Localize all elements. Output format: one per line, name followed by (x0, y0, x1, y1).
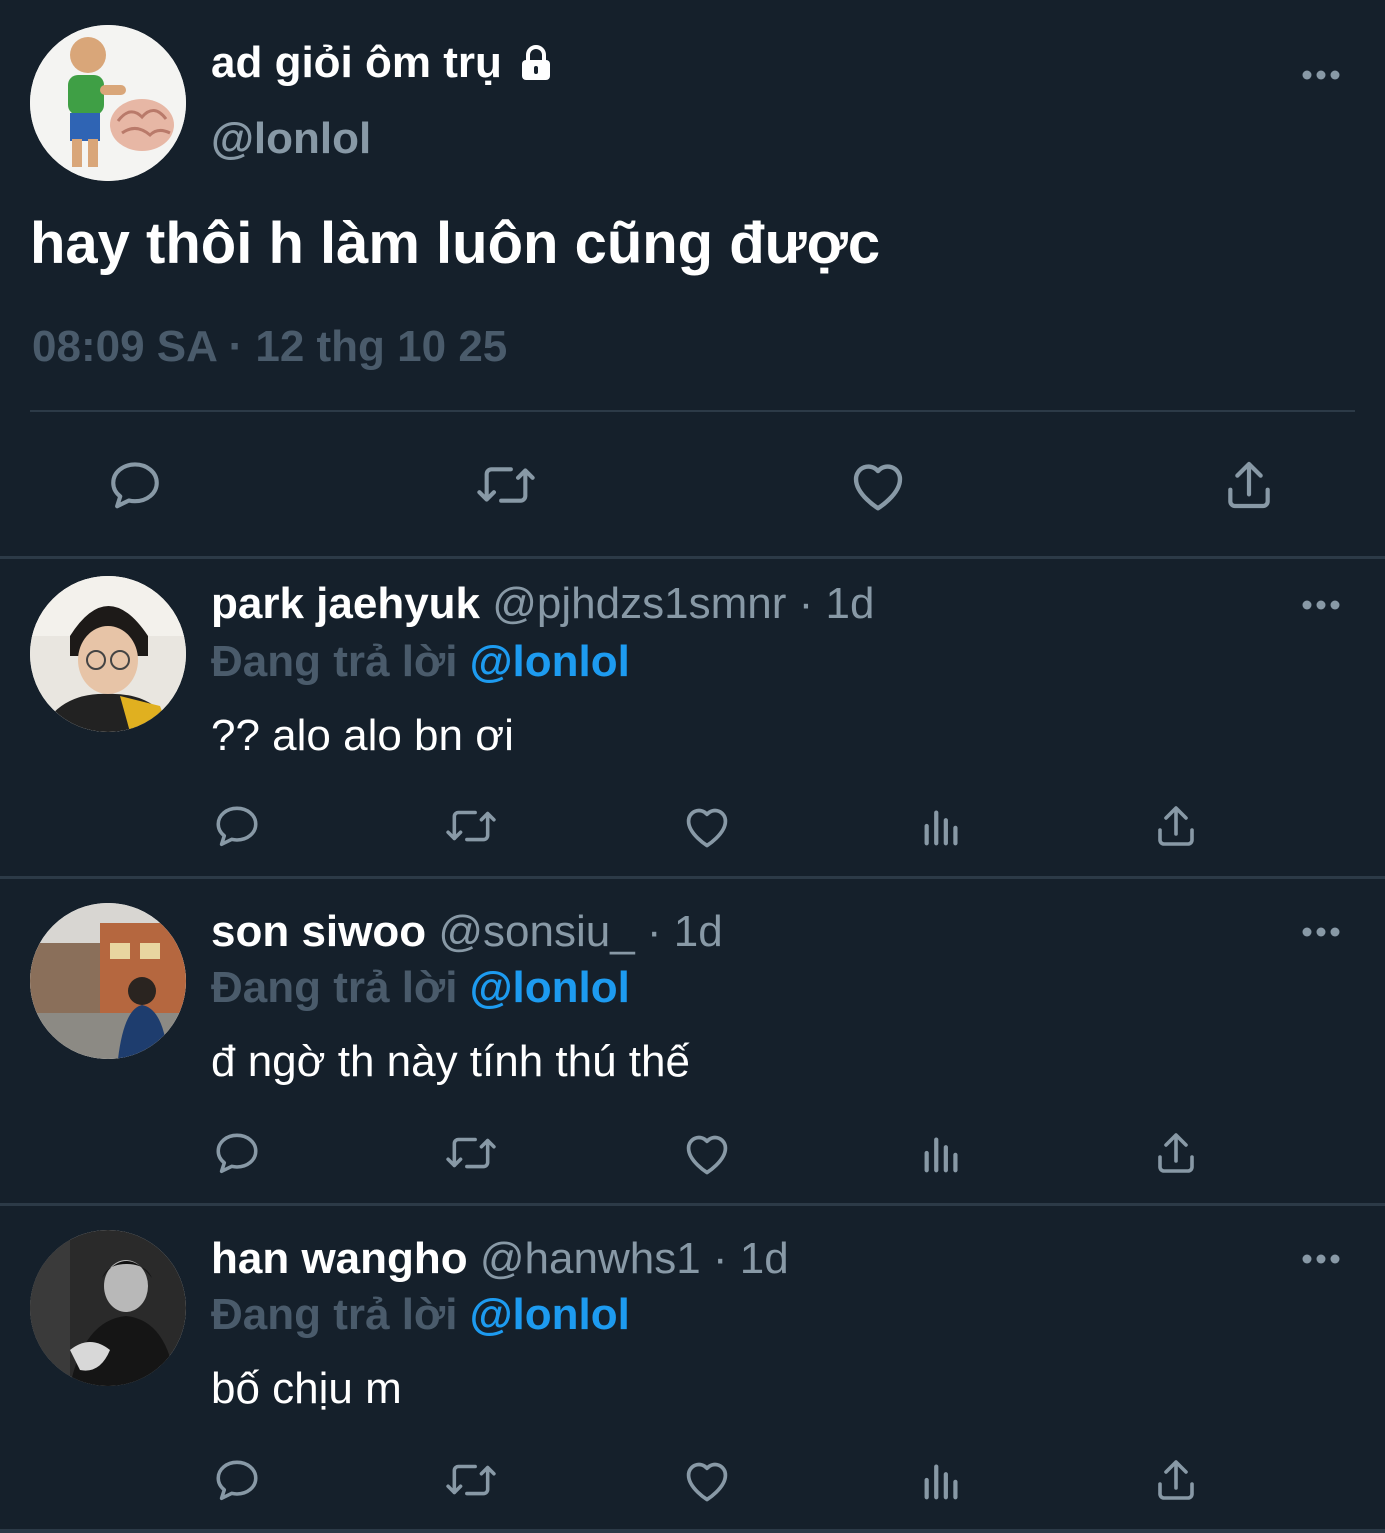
author-handle[interactable]: @hanwhs1 · 1d (480, 1234, 789, 1283)
lock-icon (516, 43, 556, 83)
like-button[interactable] (678, 1451, 736, 1509)
more-icon[interactable] (1301, 598, 1341, 612)
reply-tweet: son siwoo @sonsiu_ · 1d Đang trả lời @lo… (0, 879, 1385, 1201)
mention-link[interactable]: @lonlol (470, 1290, 630, 1339)
more-icon[interactable] (1301, 68, 1341, 82)
tweet-text: bố chịu m (211, 1364, 402, 1413)
reply-tweet: han wangho @hanwhs1 · 1d Đang trả lời @l… (0, 1206, 1385, 1528)
avatar[interactable] (30, 1230, 186, 1386)
retweet-button[interactable] (440, 1124, 502, 1182)
share-button[interactable] (1148, 1124, 1204, 1182)
more-icon[interactable] (1301, 925, 1341, 939)
tweet-text: đ ngờ th này tính thú thế (211, 1037, 690, 1086)
reply-icon (216, 806, 258, 847)
retweet-button[interactable] (470, 452, 542, 518)
tweet-text: ?? alo alo bn ơi (211, 711, 514, 760)
replying-to: Đang trả lời @lonlol (211, 1290, 630, 1340)
views-button[interactable] (914, 797, 970, 855)
main-tweet: ad giỏi ôm trụ @lonlol hay thôi h làm lu… (0, 0, 1385, 556)
reply-header: han wangho @hanwhs1 · 1d (211, 1234, 789, 1284)
avatar[interactable] (30, 25, 186, 181)
avatar[interactable] (30, 903, 186, 1059)
author-display-name[interactable]: han wangho (211, 1234, 468, 1283)
separator (0, 1529, 1385, 1533)
retweet-icon (446, 1137, 496, 1169)
retweet-icon (446, 810, 496, 842)
views-icon (924, 810, 958, 846)
like-button[interactable] (678, 1124, 736, 1182)
author-handle[interactable]: @sonsiu_ · 1d (438, 907, 722, 956)
share-button[interactable] (1148, 797, 1204, 855)
tweet-timestamp[interactable]: 08:09 SA · 12 thg 10 25 (32, 322, 507, 372)
author-handle[interactable]: @lonlol (211, 114, 371, 164)
tweet-text: hay thôi h làm luôn cũng được (30, 211, 881, 276)
author-name-row: ad giỏi ôm trụ (211, 38, 556, 88)
share-icon (1228, 461, 1270, 509)
retweet-icon (477, 467, 535, 503)
replying-to: Đang trả lời @lonlol (211, 963, 630, 1013)
more-icon[interactable] (1301, 1252, 1341, 1266)
author-display-name[interactable]: park jaehyuk (211, 579, 480, 628)
reply-header: son siwoo @sonsiu_ · 1d (211, 907, 723, 957)
replying-to: Đang trả lời @lonlol (211, 637, 630, 687)
like-button[interactable] (845, 452, 911, 518)
reply-tweet: park jaehyuk @pjhdzs1smnr · 1d Đang trả … (0, 559, 1385, 881)
share-icon (1158, 1133, 1194, 1173)
share-button[interactable] (1216, 452, 1282, 518)
share-icon (1158, 806, 1194, 846)
retweet-button[interactable] (440, 1451, 502, 1509)
author-handle[interactable]: @pjhdzs1smnr · 1d (492, 579, 874, 628)
author-display-name: ad giỏi ôm trụ (211, 38, 502, 87)
reply-icon (111, 462, 159, 509)
share-icon (1158, 1460, 1194, 1500)
author-display-name[interactable]: son siwoo (211, 907, 426, 956)
replying-label: Đang trả lời (211, 637, 470, 686)
reply-button[interactable] (208, 1124, 266, 1182)
reply-icon (216, 1133, 258, 1174)
divider (30, 410, 1355, 412)
mention-link[interactable]: @lonlol (470, 963, 630, 1012)
retweet-icon (446, 1464, 496, 1496)
retweet-button[interactable] (440, 797, 502, 855)
like-icon (686, 808, 728, 848)
reply-button[interactable] (100, 452, 170, 518)
like-icon (853, 464, 903, 511)
share-button[interactable] (1148, 1451, 1204, 1509)
like-icon (686, 1135, 728, 1175)
reply-header: park jaehyuk @pjhdzs1smnr · 1d (211, 579, 874, 629)
mention-link[interactable]: @lonlol (470, 637, 630, 686)
views-button[interactable] (914, 1124, 970, 1182)
avatar[interactable] (30, 576, 186, 732)
views-icon (924, 1464, 958, 1500)
reply-button[interactable] (208, 797, 266, 855)
views-icon (924, 1137, 958, 1173)
like-icon (686, 1462, 728, 1502)
views-button[interactable] (914, 1451, 970, 1509)
like-button[interactable] (678, 797, 736, 855)
reply-icon (216, 1460, 258, 1501)
replying-label: Đang trả lời (211, 963, 470, 1012)
reply-button[interactable] (208, 1451, 266, 1509)
replying-label: Đang trả lời (211, 1290, 470, 1339)
